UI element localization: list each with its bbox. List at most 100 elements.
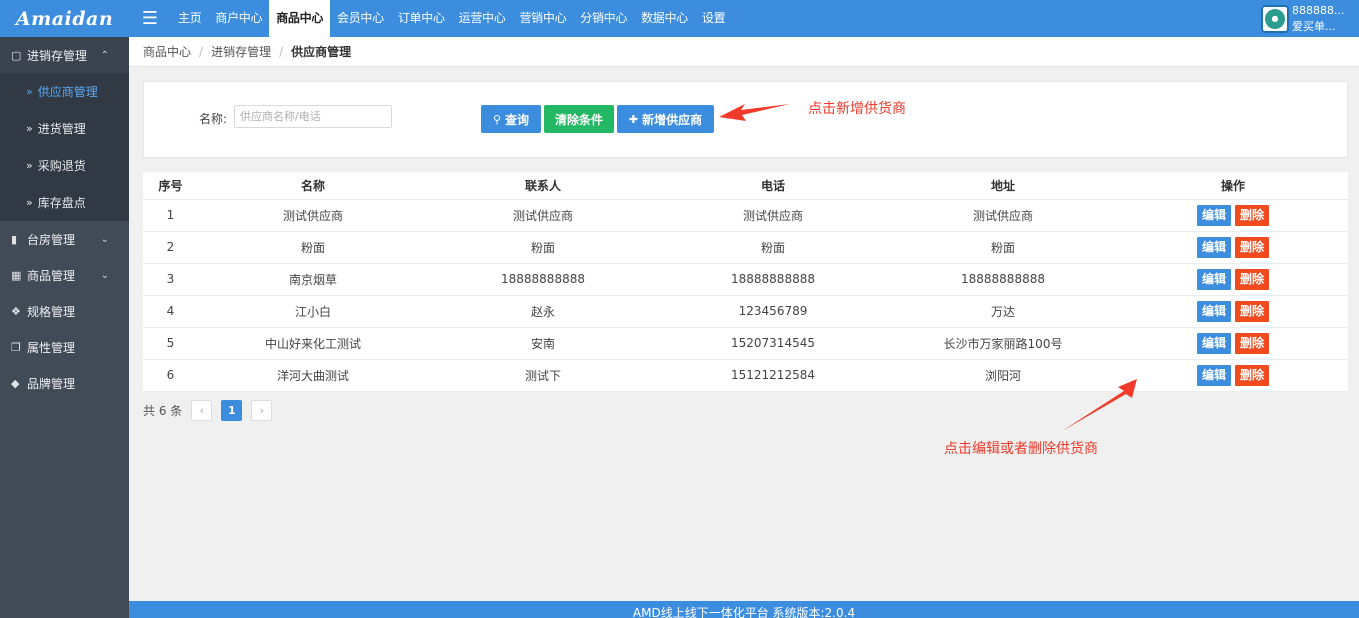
nav-item-operation[interactable]: 运营中心 <box>452 0 513 37</box>
cell-actions: 编辑 删除 <box>1118 359 1348 392</box>
cell-name: 江小白 <box>198 295 428 328</box>
sidebar-item-purchase-return[interactable]: » 采购退货 <box>0 147 129 184</box>
breadcrumb-item[interactable]: 商品中心 <box>143 43 191 60</box>
add-supplier-button[interactable]: ✚ 新增供应商 <box>617 105 714 133</box>
cell-index: 2 <box>143 231 198 264</box>
main-nav: 主页 商户中心 商品中心 会员中心 订单中心 运营中心 营销中心 分销中心 数据… <box>171 0 732 37</box>
cell-contact: 赵永 <box>428 295 658 328</box>
supplier-table: 序号 名称 联系人 电话 地址 操作 1 测试供应商 测试供应商 测试供应商 测… <box>143 172 1348 392</box>
double-chevron-right-icon: » <box>26 196 33 209</box>
sidebar-group-brand[interactable]: ◆ 品牌管理 <box>0 365 129 401</box>
sidebar-group-attribute[interactable]: ❒ 属性管理 <box>0 329 129 365</box>
top-bar: Amaidan ☰ 主页 商户中心 商品中心 会员中心 订单中心 运营中心 营销… <box>0 0 1359 37</box>
nav-item-distribution[interactable]: 分销中心 <box>573 0 634 37</box>
sidebar-group-goods[interactable]: ▦ 商品管理 ⌄ <box>0 257 129 293</box>
nav-item-home[interactable]: 主页 <box>171 0 208 37</box>
menu-toggle-icon[interactable]: ☰ <box>129 0 171 37</box>
cell-contact: 粉面 <box>428 231 658 264</box>
double-chevron-right-icon: » <box>26 122 33 135</box>
delete-button[interactable]: 删除 <box>1235 236 1269 258</box>
query-button-label: 查询 <box>505 112 530 127</box>
sidebar-item-label: 进货管理 <box>37 122 86 136</box>
page-button-current[interactable]: 1 <box>221 399 243 421</box>
breadcrumb-current: 供应商管理 <box>291 45 352 59</box>
nav-item-order[interactable]: 订单中心 <box>391 0 452 37</box>
sidebar-item-label: 供应商管理 <box>37 85 98 99</box>
breadcrumb-separator: / <box>279 44 284 59</box>
table-row: 6 洋河大曲测试 测试下 15121212584 浏阳河 编辑 删除 <box>143 359 1348 392</box>
sidebar-group-table-room[interactable]: ▮ 台房管理 ⌄ <box>0 221 129 257</box>
delete-button[interactable]: 删除 <box>1235 268 1269 290</box>
app-logo[interactable]: Amaidan <box>0 0 129 37</box>
nav-item-data[interactable]: 数据中心 <box>634 0 695 37</box>
sidebar-group-label: 属性管理 <box>27 340 76 355</box>
column-header-index: 序号 <box>143 172 198 200</box>
nav-item-merchant[interactable]: 商户中心 <box>208 0 269 37</box>
column-header-name: 名称 <box>198 172 428 200</box>
edit-button[interactable]: 编辑 <box>1197 236 1231 258</box>
delete-button[interactable]: 删除 <box>1235 364 1269 386</box>
prev-page-button[interactable]: ‹ <box>191 399 213 421</box>
cell-phone: 15121212584 <box>658 359 888 392</box>
sidebar-group-spec[interactable]: ❖ 规格管理 <box>0 293 129 329</box>
sidebar-item-stocktake[interactable]: » 库存盘点 <box>0 184 129 221</box>
edit-button[interactable]: 编辑 <box>1197 332 1231 354</box>
breadcrumb-item[interactable]: 进销存管理 <box>211 43 271 60</box>
cell-index: 5 <box>143 327 198 360</box>
delete-button[interactable]: 删除 <box>1235 300 1269 322</box>
sidebar-group-label: 品牌管理 <box>27 376 76 391</box>
sidebar-group-inventory[interactable]: ▢ 进销存管理 ⌃ <box>0 37 129 73</box>
cell-name: 粉面 <box>198 231 428 264</box>
cell-address: 18888888888 <box>888 263 1118 296</box>
annotation-add-hint: 点击新增供货商 <box>808 101 906 117</box>
cell-index: 3 <box>143 263 198 296</box>
nav-item-marketing[interactable]: 营销中心 <box>512 0 573 37</box>
sidebar-item-purchase[interactable]: » 进货管理 <box>0 110 129 147</box>
edit-button[interactable]: 编辑 <box>1197 204 1231 226</box>
bookmark-icon: ▮ <box>11 232 18 246</box>
user-menu[interactable]: ● 888888... 爱买单... <box>1261 0 1359 37</box>
user-name: 爱买单... <box>1292 19 1336 33</box>
cell-contact: 测试下 <box>428 359 658 392</box>
table-row: 5 中山好来化工测试 安南 15207314545 长沙市万家丽路100号 编辑… <box>143 327 1348 360</box>
cell-index: 1 <box>143 199 198 232</box>
sidebar-group-label: 规格管理 <box>27 304 76 319</box>
delete-button[interactable]: 删除 <box>1235 204 1269 226</box>
sidebar-group-label: 进销存管理 <box>27 48 88 63</box>
chevron-down-icon: ⌄ <box>100 233 109 245</box>
nav-item-settings[interactable]: 设置 <box>695 0 732 37</box>
cell-contact: 安南 <box>428 327 658 360</box>
sidebar-group-label: 商品管理 <box>27 268 76 283</box>
chevron-down-icon: ⌄ <box>100 269 109 281</box>
cell-actions: 编辑 删除 <box>1118 199 1348 232</box>
cell-contact: 测试供应商 <box>428 199 658 232</box>
cell-contact: 18888888888 <box>428 263 658 296</box>
nav-item-member[interactable]: 会员中心 <box>330 0 391 37</box>
table-row: 2 粉面 粉面 粉面 粉面 编辑 删除 <box>143 231 1348 264</box>
user-info: 888888... 爱买单... <box>1292 3 1344 35</box>
column-header-address: 地址 <box>888 172 1118 200</box>
sidebar-submenu-inventory: » 供应商管理 » 进货管理 » 采购退货 » 库存盘点 <box>0 73 129 221</box>
delete-button[interactable]: 删除 <box>1235 332 1269 354</box>
column-header-contact: 联系人 <box>428 172 658 200</box>
store-logo-icon: ● <box>1265 8 1285 29</box>
cell-actions: 编辑 删除 <box>1118 327 1348 360</box>
edit-button[interactable]: 编辑 <box>1197 268 1231 290</box>
cell-phone: 123456789 <box>658 295 888 328</box>
query-button[interactable]: ⚲ 查询 <box>481 105 541 133</box>
pagination-total: 共 6 条 <box>143 403 183 418</box>
edit-button[interactable]: 编辑 <box>1197 300 1231 322</box>
clear-button[interactable]: 清除条件 <box>544 105 614 133</box>
nav-item-goods[interactable]: 商品中心 <box>269 0 331 37</box>
chevron-up-icon: ⌃ <box>100 49 109 61</box>
cell-actions: 编辑 删除 <box>1118 263 1348 296</box>
edit-button[interactable]: 编辑 <box>1197 364 1231 386</box>
sidebar-item-supplier[interactable]: » 供应商管理 <box>0 73 129 110</box>
cell-address: 测试供应商 <box>888 199 1118 232</box>
next-page-button[interactable]: › <box>251 399 273 421</box>
cell-address: 粉面 <box>888 231 1118 264</box>
avatar[interactable]: ● <box>1261 4 1289 33</box>
sidebar-item-label: 采购退货 <box>37 159 86 173</box>
search-input[interactable] <box>234 105 392 128</box>
search-panel: 名称: ⚲ 查询 清除条件 ✚ 新增供应商 <box>143 81 1348 158</box>
